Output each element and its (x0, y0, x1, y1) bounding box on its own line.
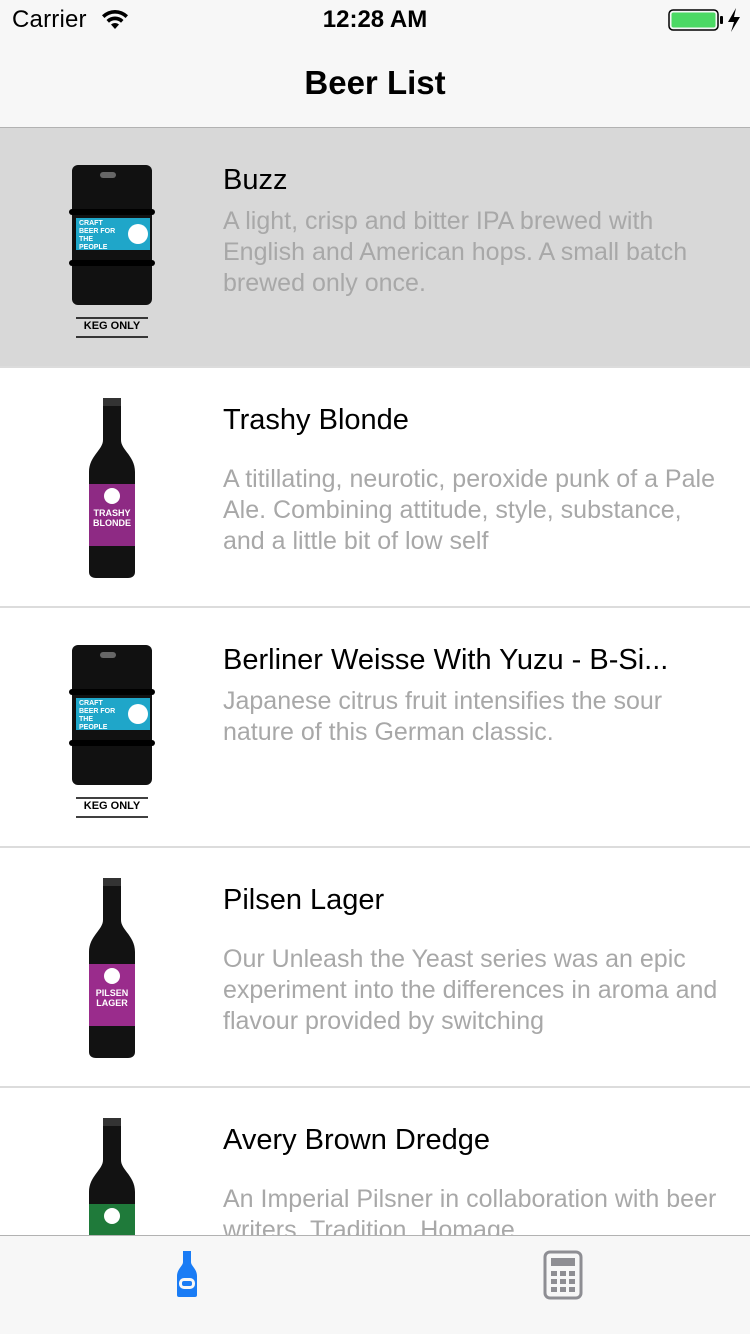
keg-sticker-text: CRAFT BEER FOR THE PEOPLE (79, 220, 116, 251)
keg-only-label: KEG ONLY (83, 800, 141, 812)
keg-image: CRAFT BEER FOR THE PEOPLE KEG ONLY (60, 152, 164, 342)
status-time: 12:28 AM (322, 6, 428, 33)
navigation-bar: Beer List (0, 40, 750, 128)
beer-row[interactable]: TRASHY BLONDE Trashy Blonde A titillating,… (0, 368, 750, 608)
page-title: Beer List (304, 64, 446, 101)
bottle-image (60, 1112, 164, 1235)
beer-description: Our Unleash the Yeast series was an epic… (223, 945, 718, 1035)
bottle-icon (89, 398, 135, 578)
beer-row[interactable]: CRAFT BEER FOR THE PEOPLE KEG ONLY Berline… (0, 608, 750, 848)
bottle-label-text: PILSEN LAGER (95, 988, 129, 1008)
beer-description: A titillating, neurotic, peroxide punk o… (223, 465, 715, 555)
beer-list[interactable]: CRAFT BEER FOR THE PEOPLE KEG ONLY Buzz A l… (0, 128, 750, 1235)
bottle-label-text: TRASHY BLONDE (93, 508, 131, 528)
beer-row[interactable]: CRAFT BEER FOR THE PEOPLE KEG ONLY Buzz A l… (0, 128, 750, 368)
tab-beer-list[interactable] (0, 1236, 375, 1334)
beer-name: Buzz (223, 164, 288, 196)
app-screen: Carrier 12:28 AM Beer List CRAFT BEER FO… (0, 0, 750, 1334)
charging-bolt-icon (728, 8, 740, 32)
battery-icon (668, 9, 723, 31)
keg-sticker-text: CRAFT BEER FOR THE PEOPLE (79, 700, 116, 731)
beer-name: Berliner Weisse With Yuzu - B-Si... (223, 644, 669, 676)
beer-row[interactable]: Avery Brown Dredge An Imperial Pilsner in… (0, 1088, 750, 1235)
calculator-icon (543, 1250, 583, 1300)
bottle-icon (89, 878, 135, 1058)
beer-name: Trashy Blonde (223, 404, 409, 436)
tab-calculator[interactable] (375, 1236, 750, 1334)
keg-only-label: KEG ONLY (83, 320, 141, 332)
beer-description: Japanese citrus fruit intensifies the so… (223, 687, 663, 746)
beer-name: Avery Brown Dredge (223, 1124, 491, 1156)
beer-description: An Imperial Pilsner in collaboration wit… (223, 1185, 717, 1235)
beer-bottle-icon (177, 1251, 197, 1297)
keg-image: CRAFT BEER FOR THE PEOPLE KEG ONLY (60, 632, 164, 822)
beer-row[interactable]: PILSEN LAGER Pilsen Lager Our Unleash the … (0, 848, 750, 1088)
tab-bar (0, 1235, 750, 1334)
bottle-image: TRASHY BLONDE (60, 392, 164, 582)
bottle-icon (89, 1118, 135, 1235)
beer-description: A light, crisp and bitter IPA brewed wit… (223, 207, 688, 297)
bottle-image: PILSEN LAGER (60, 872, 164, 1062)
status-bar: Carrier 12:28 AM (0, 0, 750, 40)
beer-name: Pilsen Lager (223, 884, 385, 916)
